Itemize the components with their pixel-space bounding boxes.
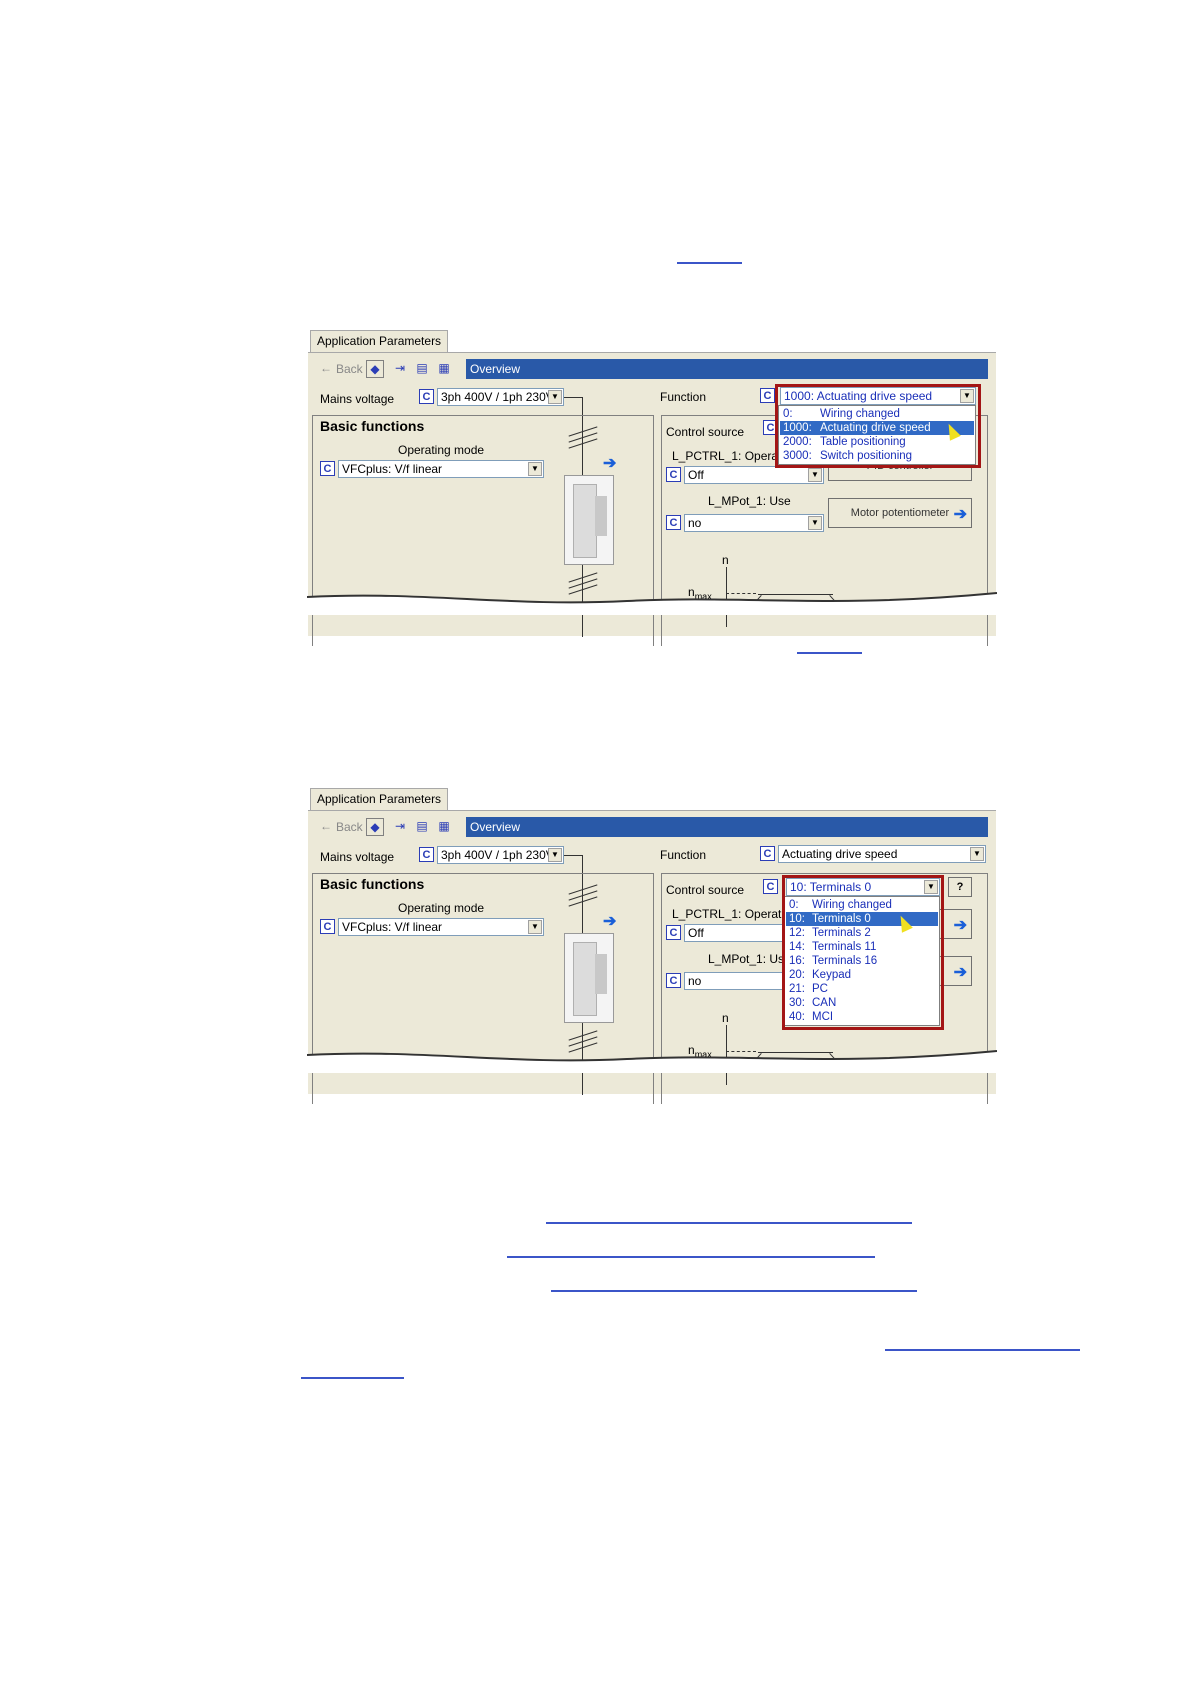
config-c-icon[interactable]: C xyxy=(419,389,434,404)
mains-voltage-select[interactable]: 3ph 400V / 1ph 230V ▼ xyxy=(437,846,564,864)
back-arrow-icon[interactable]: ← xyxy=(318,360,334,376)
config-c-icon[interactable]: C xyxy=(666,515,681,530)
arrow-right-icon: ➔ xyxy=(953,964,967,981)
operating-mode-label: Operating mode xyxy=(398,901,485,915)
pctrl-label: L_PCTRL_1: Operating xyxy=(672,907,798,921)
arrow-right-icon[interactable]: ➔ xyxy=(603,911,616,931)
inverter-device-image xyxy=(564,475,614,565)
highlight-frame xyxy=(782,875,944,1030)
control-source-label: Control source xyxy=(666,425,745,439)
config-c-icon[interactable]: C xyxy=(763,879,778,894)
link-underline[interactable] xyxy=(301,1377,404,1379)
import-icon[interactable]: ⇥ xyxy=(392,360,408,376)
config-c-icon[interactable]: C xyxy=(419,847,434,862)
import-icon[interactable]: ⇥ xyxy=(392,818,408,834)
config-c-icon[interactable]: C xyxy=(760,388,775,403)
mains-voltage-label: Mains voltage xyxy=(320,392,395,406)
info-icon[interactable]: ◆ xyxy=(366,818,384,836)
overview-title-bar: Overview xyxy=(466,359,988,379)
control-source-label: Control source xyxy=(666,883,745,897)
motor-potentiometer-button[interactable]: Motor potentiometer ➔ xyxy=(828,498,972,528)
back-arrow-icon[interactable]: ← xyxy=(318,818,334,834)
function-label: Function xyxy=(660,390,707,404)
pctrl-select[interactable]: Off ▼ xyxy=(684,466,824,484)
chevron-down-icon[interactable]: ▼ xyxy=(808,468,822,482)
config-c-icon[interactable]: C xyxy=(666,467,681,482)
chevron-down-icon[interactable]: ▼ xyxy=(548,390,562,404)
overview-title-bar: Overview xyxy=(466,817,988,837)
mpot-label: L_MPot_1: Use xyxy=(708,494,791,508)
parameter-list-icon[interactable]: ▦ xyxy=(436,818,452,834)
chevron-down-icon[interactable]: ▼ xyxy=(528,462,542,476)
link-underline[interactable] xyxy=(677,262,742,264)
speed-axis-label: n xyxy=(722,553,729,567)
parameter-list-icon[interactable]: ▦ xyxy=(436,360,452,376)
tab-application-parameters[interactable]: Application Parameters xyxy=(310,788,449,810)
function-select[interactable]: Actuating drive speed ▼ xyxy=(778,845,986,863)
help-button[interactable]: ? xyxy=(948,877,972,897)
back-button[interactable]: Back xyxy=(336,362,363,376)
basic-functions-title: Basic functions xyxy=(320,876,425,892)
link-underline[interactable] xyxy=(797,652,862,654)
link-underline[interactable] xyxy=(885,1349,1080,1351)
keypad-icon[interactable]: ▤ xyxy=(414,818,430,834)
chevron-down-icon[interactable]: ▼ xyxy=(808,516,822,530)
arrow-right-icon: ➔ xyxy=(953,506,967,523)
basic-functions-title: Basic functions xyxy=(320,418,425,434)
config-c-icon[interactable]: C xyxy=(666,973,681,988)
link-underline[interactable] xyxy=(507,1256,875,1258)
mpot-select[interactable]: no ▼ xyxy=(684,514,824,532)
arrow-right-icon[interactable]: ➔ xyxy=(603,453,616,473)
back-button[interactable]: Back xyxy=(336,820,363,834)
config-c-icon[interactable]: C xyxy=(320,919,335,934)
config-c-icon[interactable]: C xyxy=(320,461,335,476)
mains-voltage-label: Mains voltage xyxy=(320,850,395,864)
torn-edge xyxy=(307,592,997,615)
operating-mode-select[interactable]: VFCplus: V/f linear ▼ xyxy=(338,460,544,478)
config-c-icon[interactable]: C xyxy=(666,925,681,940)
config-c-icon[interactable]: C xyxy=(760,846,775,861)
function-label: Function xyxy=(660,848,707,862)
mains-voltage-select[interactable]: 3ph 400V / 1ph 230V ▼ xyxy=(437,388,564,406)
link-underline[interactable] xyxy=(551,1290,917,1292)
tab-application-parameters[interactable]: Application Parameters xyxy=(310,330,449,352)
chevron-down-icon[interactable]: ▼ xyxy=(970,847,984,861)
link-underline[interactable] xyxy=(546,1222,912,1224)
torn-edge xyxy=(307,1050,997,1073)
chevron-down-icon[interactable]: ▼ xyxy=(528,920,542,934)
speed-axis-label: n xyxy=(722,1011,729,1025)
inverter-device-image xyxy=(564,933,614,1023)
operating-mode-select[interactable]: VFCplus: V/f linear ▼ xyxy=(338,918,544,936)
operating-mode-label: Operating mode xyxy=(398,443,485,457)
chevron-down-icon[interactable]: ▼ xyxy=(548,848,562,862)
mpot-label: L_MPot_1: Use xyxy=(708,952,791,966)
keypad-icon[interactable]: ▤ xyxy=(414,360,430,376)
arrow-right-icon: ➔ xyxy=(953,917,967,934)
info-icon[interactable]: ◆ xyxy=(366,360,384,378)
